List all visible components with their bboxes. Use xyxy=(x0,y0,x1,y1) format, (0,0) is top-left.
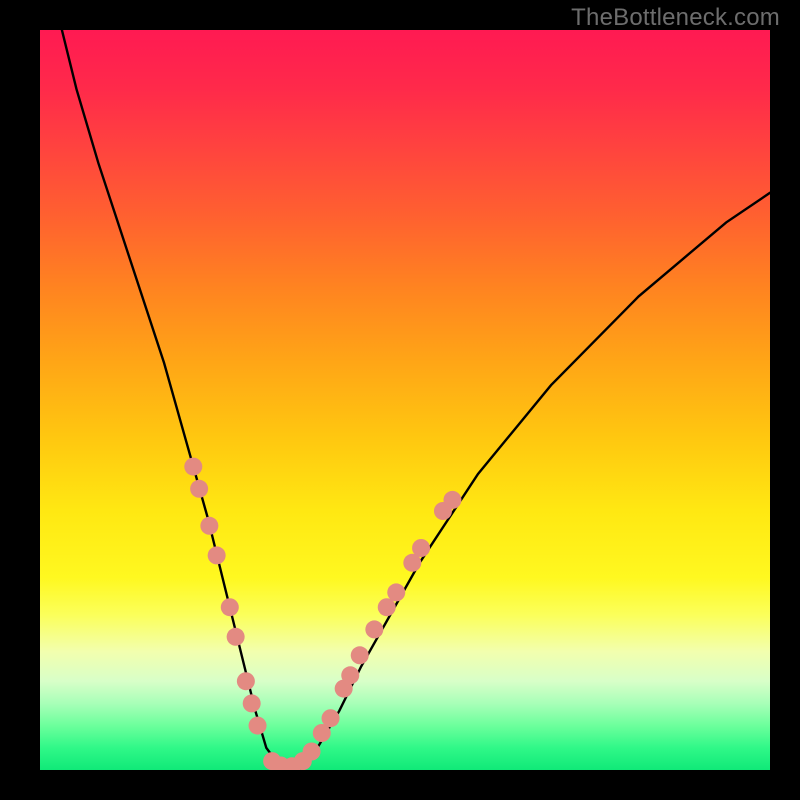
highlight-dot xyxy=(200,517,218,535)
highlight-dot xyxy=(303,743,321,761)
watermark-text: TheBottleneck.com xyxy=(571,4,780,32)
highlight-dot xyxy=(237,672,255,690)
highlight-dot xyxy=(249,717,267,735)
highlight-dot xyxy=(378,598,396,616)
chart-frame: TheBottleneck.com xyxy=(0,0,800,800)
bottleneck-curve xyxy=(62,30,770,766)
highlight-dot xyxy=(190,480,208,498)
highlight-dot xyxy=(341,666,359,684)
highlight-dot xyxy=(243,694,261,712)
plot-area xyxy=(40,30,770,770)
highlight-dot xyxy=(322,709,340,727)
highlight-dot xyxy=(387,583,405,601)
highlight-dot xyxy=(227,628,245,646)
highlight-dot xyxy=(443,491,461,509)
highlight-dots xyxy=(184,458,461,770)
highlight-dot xyxy=(184,458,202,476)
highlight-dot xyxy=(221,598,239,616)
curve-layer xyxy=(40,30,770,770)
highlight-dot xyxy=(351,646,369,664)
highlight-dot xyxy=(412,539,430,557)
highlight-dot xyxy=(365,620,383,638)
highlight-dot xyxy=(208,546,226,564)
